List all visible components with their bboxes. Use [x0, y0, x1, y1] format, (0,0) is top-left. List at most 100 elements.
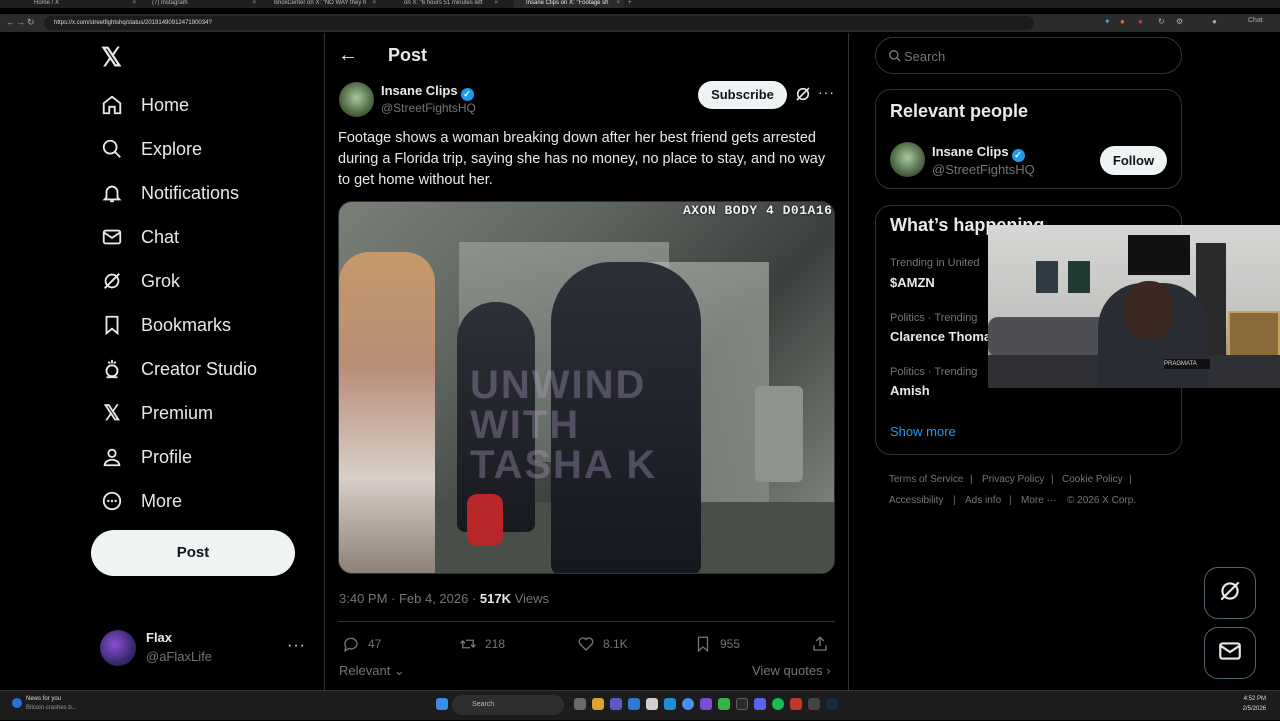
app-icon[interactable] [736, 698, 748, 710]
messages-floating-button[interactable] [1204, 627, 1256, 679]
store-icon[interactable] [628, 698, 640, 710]
browser-tab[interactable]: on X: "6 hours 51 minutes left × [392, 0, 502, 8]
spotify-icon[interactable] [772, 698, 784, 710]
search-input[interactable] [904, 46, 1164, 66]
relevant-person-handle[interactable]: @StreetFightsHQ [932, 162, 1035, 177]
footer-link[interactable]: Privacy Policy [982, 474, 1044, 485]
browser-toolbar: ← → ↻ https://x.com/streetfightshq/statu… [0, 14, 1280, 32]
avatar[interactable] [890, 142, 925, 177]
extension-icon[interactable]: ● [1138, 17, 1143, 26]
repost-button[interactable]: 218 [459, 634, 505, 654]
chrome-icon[interactable] [682, 698, 694, 710]
sidebar-item-bookmarks[interactable]: Bookmarks [100, 307, 231, 343]
trend-item[interactable]: $AMZN [890, 275, 935, 290]
sidebar-item-profile[interactable]: Profile [100, 439, 192, 475]
app-icon[interactable] [808, 698, 820, 710]
app-icon[interactable] [790, 698, 802, 710]
close-icon[interactable]: × [132, 0, 136, 7]
account-switcher[interactable]: Flax @aFlaxLife ··· [100, 628, 310, 670]
like-count: 8.1K [603, 637, 628, 651]
footer-link[interactable]: Terms of Service [889, 474, 963, 485]
author-name[interactable]: Insane Clips ✓ [381, 83, 474, 101]
tab-label: Insane Clips on X: "Footage sh [526, 0, 609, 6]
trend-item[interactable]: Amish [890, 383, 930, 398]
news-widget[interactable]: News for you Bitcoin crashes b... [10, 694, 100, 718]
webcam-microphone: PRAGMATA [1164, 359, 1210, 369]
grok-floating-button[interactable] [1204, 567, 1256, 619]
reply-button[interactable]: 47 [342, 634, 381, 654]
close-icon[interactable]: × [252, 0, 256, 7]
close-icon[interactable]: × [372, 0, 376, 7]
like-button[interactable]: 8.1K [577, 634, 628, 654]
mail-icon [1217, 638, 1243, 669]
address-bar[interactable]: https://x.com/streetfightshq/status/2019… [44, 16, 1034, 30]
app-icon[interactable] [646, 698, 658, 710]
relevant-person-name[interactable]: Insane Clips ✓ [932, 144, 1025, 162]
verified-badge-icon: ✓ [1011, 149, 1025, 162]
trend-item[interactable]: Clarence Thoma [890, 329, 991, 344]
view-quotes-link[interactable]: View quotes › [752, 663, 831, 678]
search-box[interactable] [875, 37, 1182, 74]
extension-icon[interactable]: ● [1120, 17, 1125, 26]
footer-link[interactable]: Ads info [965, 495, 1001, 506]
task-view-icon[interactable] [574, 698, 586, 710]
subscribe-button[interactable]: Subscribe [698, 81, 787, 109]
sidebar-item-explore[interactable]: Explore [100, 131, 202, 167]
x-logo-icon[interactable]: 𝕏 [101, 44, 127, 70]
verified-badge-icon: ✓ [460, 88, 474, 101]
file-explorer-icon[interactable] [592, 698, 604, 710]
author-avatar[interactable] [339, 82, 374, 117]
chat-button[interactable]: Chat [1248, 17, 1263, 24]
browser-tab[interactable]: BrickCenter on X: "NO WAY they h × [262, 0, 380, 8]
sidebar-item-chat[interactable]: Chat [100, 219, 179, 255]
show-more-link[interactable]: Show more [890, 424, 956, 439]
browser-tab[interactable]: Home / X × [22, 0, 140, 8]
sidebar-item-label: Bookmarks [141, 314, 232, 335]
edge-icon[interactable] [664, 698, 676, 710]
sidebar-item-premium[interactable]: 𝕏 Premium [100, 395, 213, 431]
footer-more-link[interactable]: More ··· [1021, 495, 1057, 506]
browser-tab[interactable]: (7) Instagram × [140, 0, 260, 8]
puzzle-icon[interactable]: ⚙ [1176, 17, 1183, 26]
bookmark-button[interactable]: 955 [694, 634, 740, 654]
post-button[interactable]: Post [91, 530, 295, 576]
footer-link[interactable]: Cookie Policy [1062, 474, 1123, 485]
app-icon[interactable] [718, 698, 730, 710]
taskbar-search[interactable]: Search [452, 695, 564, 715]
post-text: Footage shows a woman breaking down afte… [338, 130, 826, 188]
more-icon[interactable]: ··· [287, 637, 306, 655]
new-tab-button[interactable]: + [624, 0, 638, 8]
windows-start-icon[interactable] [436, 698, 448, 710]
grok-icon [100, 269, 124, 293]
sidebar-item-more[interactable]: More [100, 483, 182, 519]
sidebar-item-creator-studio[interactable]: Creator Studio [100, 351, 257, 387]
refresh-extension-icon[interactable]: ↻ [1158, 17, 1165, 26]
close-icon[interactable]: × [616, 0, 620, 7]
follow-button[interactable]: Follow [1100, 146, 1167, 175]
extension-icon[interactable]: ✦ [1104, 17, 1111, 26]
more-icon[interactable]: ··· [818, 84, 835, 100]
bookmark-icon [100, 313, 124, 337]
sidebar-item-home[interactable]: Home [100, 87, 189, 123]
discord-icon[interactable] [754, 698, 766, 710]
back-arrow-icon[interactable]: ← [338, 44, 358, 67]
reload-icon[interactable]: ↻ [27, 17, 35, 28]
share-button[interactable] [811, 634, 837, 654]
sidebar-item-grok[interactable]: Grok [100, 263, 180, 299]
browser-tab-active[interactable]: Insane Clips on X: "Footage sh × [514, 0, 624, 8]
steam-icon[interactable] [826, 698, 838, 710]
tab-label: Home / X [34, 0, 60, 6]
app-icon[interactable] [700, 698, 712, 710]
back-icon[interactable]: ← [6, 17, 15, 27]
close-icon[interactable]: × [494, 0, 498, 7]
reply-sort-dropdown[interactable]: Relevant ⌄ [339, 663, 405, 679]
forward-icon[interactable]: → [16, 17, 25, 27]
teams-icon[interactable] [610, 698, 622, 710]
author-name-text: Insane Clips [381, 83, 458, 98]
grok-icon[interactable] [795, 86, 811, 102]
sidebar-item-notifications[interactable]: Notifications [100, 175, 239, 211]
profile-avatar-icon[interactable]: ● [1212, 17, 1217, 26]
author-handle[interactable]: @StreetFightsHQ [381, 101, 476, 115]
system-tray[interactable]: 4:52 PM 2/5/2026 [1180, 691, 1280, 721]
footer-link[interactable]: Accessibility [889, 495, 943, 506]
